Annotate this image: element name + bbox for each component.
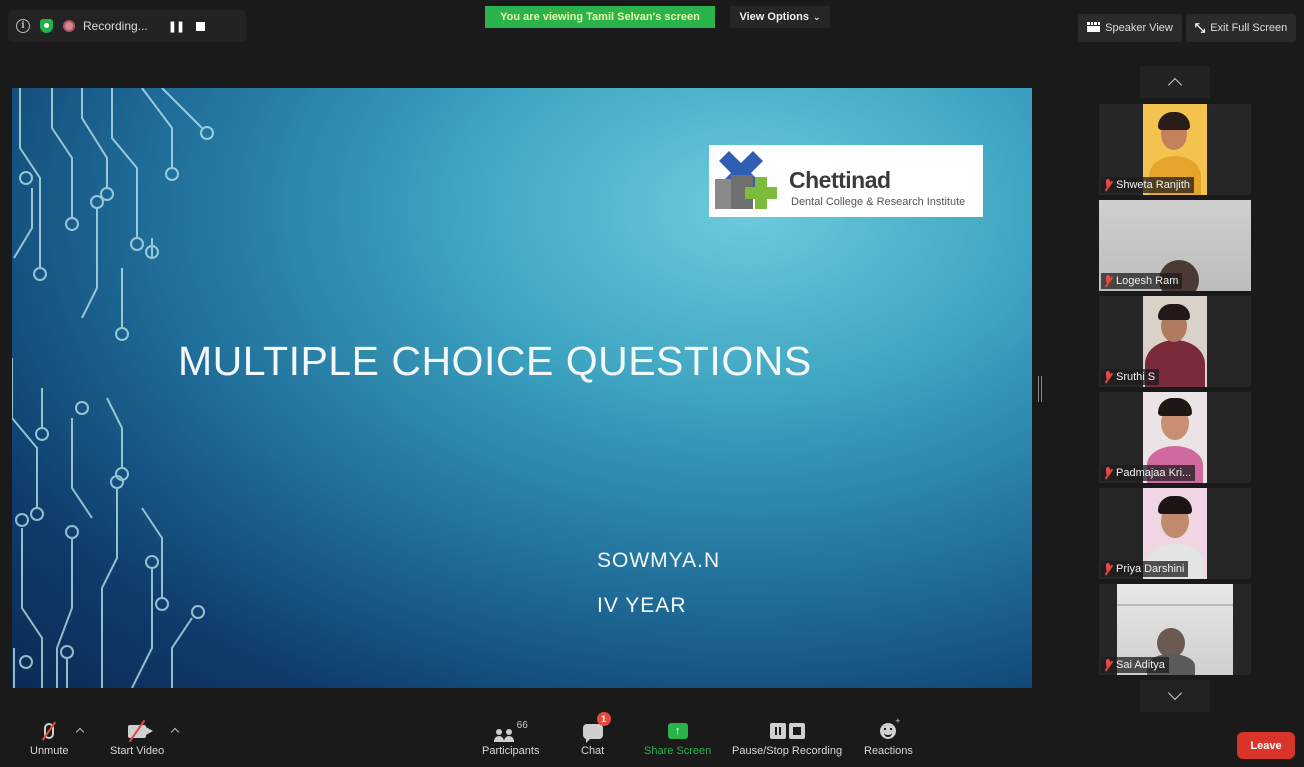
chat-button[interactable]: 1 Chat	[581, 712, 611, 757]
unmute-label: Unmute	[30, 745, 69, 757]
participant-tile[interactable]: Sruthi S	[1099, 296, 1251, 387]
participant-name-tag: Sruthi S	[1101, 369, 1160, 385]
participant-name: Logesh Ram	[1116, 275, 1179, 287]
muted-mic-icon	[1103, 659, 1113, 671]
participant-tile[interactable]: Logesh Ram	[1099, 200, 1251, 291]
shared-screen-slide: Chettinad Dental College & Research Inst…	[12, 88, 1032, 688]
pause-stop-recording-label: Pause/Stop Recording	[732, 745, 843, 757]
chevron-down-icon: ⌄	[812, 11, 821, 22]
participants-label: Participants	[482, 745, 540, 757]
chat-icon: 1	[582, 712, 611, 743]
leave-button[interactable]: Leave	[1237, 732, 1295, 759]
encryption-shield-icon[interactable]	[40, 19, 53, 33]
chevron-down-icon	[1167, 685, 1183, 701]
participant-name-tag: Sai Aditya	[1101, 657, 1169, 673]
recording-dot-icon	[63, 20, 75, 32]
participant-name: Sruthi S	[1116, 371, 1156, 383]
start-video-button[interactable]: Start Video	[110, 719, 165, 757]
muted-mic-icon	[1103, 563, 1113, 575]
participant-name-tag: Shweta Ranjith	[1101, 177, 1194, 193]
muted-mic-icon	[1103, 275, 1113, 287]
slide-year: IV YEAR	[597, 594, 687, 617]
recording-label: Recording...	[83, 19, 148, 33]
exit-full-screen-icon: ⤡	[1194, 20, 1206, 35]
participant-tile[interactable]: Padmajaa Kri...	[1099, 392, 1251, 483]
unmute-button[interactable]: Unmute	[30, 720, 69, 757]
exit-full-screen-label: Exit Full Screen	[1210, 22, 1288, 34]
participant-name: Sai Aditya	[1116, 659, 1165, 671]
share-screen-button[interactable]: ↑ Share Screen	[644, 720, 711, 757]
chat-unread-badge: 1	[596, 712, 611, 726]
stop-recording-icon[interactable]	[196, 21, 206, 31]
slide-title: MULTIPLE CHOICE QUESTIONS	[178, 338, 812, 384]
participant-name-tag: Priya Darshini	[1101, 561, 1189, 577]
share-screen-label: Share Screen	[644, 745, 712, 757]
video-options-chevron-icon[interactable]	[170, 727, 180, 737]
speaker-view-button[interactable]: Speaker View	[1078, 14, 1182, 42]
chat-label: Chat	[581, 745, 605, 757]
participant-name-tag: Logesh Ram	[1101, 273, 1183, 289]
participant-name-tag: Padmajaa Kri...	[1101, 465, 1196, 481]
scroll-up-button[interactable]	[1140, 66, 1210, 98]
participants-icon: 66	[493, 720, 528, 742]
scroll-down-button[interactable]	[1140, 680, 1210, 712]
recording-status-pill: i Recording... ❚❚	[8, 10, 246, 42]
pause-stop-icon	[769, 720, 805, 742]
pause-stop-recording-button[interactable]: Pause/Stop Recording	[732, 720, 842, 757]
start-video-label: Start Video	[110, 745, 165, 757]
circuit-decoration	[12, 88, 214, 688]
chevron-up-icon	[1167, 77, 1183, 93]
participant-tile[interactable]: Shweta Ranjith	[1099, 104, 1251, 195]
participant-name: Shweta Ranjith	[1116, 179, 1190, 191]
view-options-label: View Options	[739, 11, 809, 23]
reactions-label: Reactions	[864, 745, 913, 757]
reactions-button[interactable]: + Reactions	[864, 716, 913, 757]
logo-subtitle: Dental College & Research Institute	[791, 196, 966, 208]
slide-presenter: SOWMYA.N	[597, 549, 721, 572]
participants-count: 66	[516, 720, 528, 731]
participants-button[interactable]: 66 Participants	[482, 720, 539, 757]
view-options-button[interactable]: View Options ⌄	[730, 6, 830, 28]
exit-full-screen-button[interactable]: ⤡ Exit Full Screen	[1186, 14, 1296, 42]
muted-mic-icon	[37, 720, 61, 742]
participant-tile[interactable]: Priya Darshini	[1099, 488, 1251, 579]
speaker-view-icon	[1087, 22, 1101, 34]
participant-tile[interactable]: Sai Aditya	[1099, 584, 1251, 675]
logo-name: Chettinad	[789, 167, 891, 193]
muted-mic-icon	[1103, 467, 1113, 479]
muted-mic-icon	[1103, 179, 1113, 191]
speaker-view-label: Speaker View	[1105, 22, 1173, 34]
chettinad-logo: Chettinad Dental College & Research Inst…	[709, 145, 983, 217]
info-icon[interactable]: i	[16, 19, 30, 33]
participant-name: Priya Darshini	[1116, 563, 1185, 575]
participant-name: Padmajaa Kri...	[1116, 467, 1192, 479]
share-screen-icon: ↑	[667, 720, 688, 742]
audio-options-chevron-icon[interactable]	[75, 727, 85, 737]
video-off-icon	[122, 719, 154, 743]
meeting-toolbar: Unmute Start Video 66 Participants 1 Cha…	[0, 712, 1304, 767]
viewing-screen-banner: You are viewing Tamil Selvan's screen	[485, 6, 715, 28]
reactions-icon: +	[880, 716, 900, 742]
pause-recording-icon[interactable]: ❚❚	[168, 20, 185, 33]
panel-resize-handle[interactable]	[1038, 376, 1042, 402]
muted-mic-icon	[1103, 371, 1113, 383]
chettinad-logo-mark	[715, 151, 777, 209]
